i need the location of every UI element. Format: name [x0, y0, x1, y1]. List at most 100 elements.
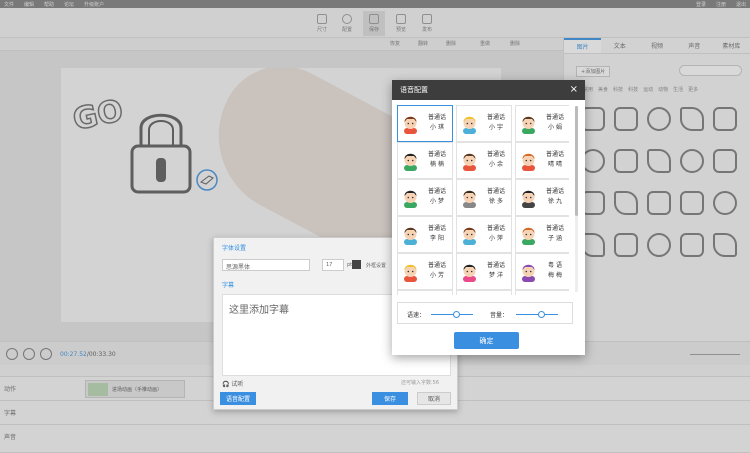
- voice-label: 普通话小 琪: [423, 113, 451, 133]
- speed-slider-knob[interactable]: [452, 311, 460, 318]
- voice-speaker: 徐 多: [489, 198, 503, 205]
- voice-label: 粤 语梅 梅: [541, 261, 569, 281]
- voice-language: 普通话: [486, 151, 505, 158]
- voice-card[interactable]: 普通话小 芳: [397, 253, 453, 290]
- font-settings-heading: 字体设置: [222, 245, 247, 252]
- voice-label: 普通话徐 多: [482, 187, 510, 207]
- voice-speaker: 小 娟: [548, 124, 562, 131]
- voice-language: 普通话: [545, 188, 564, 195]
- voice-language: 普通话: [427, 262, 446, 269]
- voice-speaker: 小 芳: [430, 272, 444, 279]
- voice-config-button[interactable]: 语音配置: [220, 392, 256, 405]
- voice-card[interactable]: 普通话子 涵: [515, 216, 569, 253]
- voice-sliders: 语速： 音量：: [397, 302, 573, 324]
- scroll-thumb[interactable]: [575, 106, 578, 216]
- voice-label: 普通话梦 洋: [482, 261, 510, 281]
- voice-language: 普通话: [427, 151, 446, 158]
- avatar-icon: [404, 190, 417, 208]
- avatar-icon: [522, 190, 535, 208]
- voice-card[interactable]: 普通话晴 晴: [515, 142, 569, 179]
- voice-speaker: 小 萍: [489, 235, 503, 242]
- voice-language: 普通话: [427, 188, 446, 195]
- voice-card[interactable]: 普通话徐 九: [515, 179, 569, 216]
- listen-button[interactable]: 🎧 试听: [222, 379, 243, 388]
- voice-card[interactable]: 普通话小 琪: [397, 105, 453, 142]
- dialog-title: 语音配置: [400, 86, 428, 94]
- voice-speaker: 小 梦: [430, 198, 444, 205]
- voice-card[interactable]: 普通话小 萍: [456, 216, 512, 253]
- voice-scrollbar[interactable]: [575, 106, 578, 292]
- voice-card[interactable]: 普通话小 娟: [515, 105, 569, 142]
- outline-settings[interactable]: 外框设置: [366, 262, 386, 269]
- voice-speaker: 梦 洋: [489, 272, 503, 279]
- voice-label: 普通话子 涵: [541, 224, 569, 244]
- avatar-icon: [404, 264, 417, 282]
- voice-card[interactable]: 普通话梦 洋: [456, 253, 512, 290]
- voice-card[interactable]: [397, 290, 453, 295]
- voice-grid: 普通话小 琪普通话小 宇普通话小 娟普通话楠 楠普通话小 余普通话晴 晴普通话小…: [397, 105, 569, 295]
- voice-card[interactable]: [456, 290, 512, 295]
- voice-label: 普通话小 宇: [482, 113, 510, 133]
- voice-label: 普通话晴 晴: [541, 150, 569, 170]
- voice-card[interactable]: 粤 语梅 梅: [515, 253, 569, 290]
- voice-language: 普通话: [427, 114, 446, 121]
- voice-language: 普通话: [545, 151, 564, 158]
- voice-speaker: 梅 梅: [548, 272, 562, 279]
- avatar-icon: [463, 153, 476, 171]
- voice-label: 普通话小 余: [482, 150, 510, 170]
- voice-speaker: 徐 九: [548, 198, 562, 205]
- font-color-swatch[interactable]: [352, 260, 361, 269]
- voice-card[interactable]: 普通话小 余: [456, 142, 512, 179]
- avatar-icon: [522, 153, 535, 171]
- voice-card[interactable]: 普通话楠 楠: [397, 142, 453, 179]
- cancel-button[interactable]: 取消: [417, 392, 451, 405]
- confirm-button[interactable]: 确定: [454, 332, 519, 349]
- volume-label: 音量：: [490, 312, 509, 319]
- voice-speaker: 楠 楠: [430, 161, 444, 168]
- voice-card[interactable]: [515, 290, 569, 295]
- voice-language: 普通话: [486, 188, 505, 195]
- voice-speaker: 子 涵: [548, 235, 562, 242]
- voice-label: 普通话小 梦: [423, 187, 451, 207]
- voice-label: 普通话小 娟: [541, 113, 569, 133]
- voice-card[interactable]: 普通话小 梦: [397, 179, 453, 216]
- voice-language: 普通话: [486, 114, 505, 121]
- voice-speaker: 晴 晴: [548, 161, 562, 168]
- voice-config-dialog: 语音配置 × 普通话小 琪普通话小 宇普通话小 娟普通话楠 楠普通话小 余普通话…: [392, 80, 585, 355]
- voice-label: 普通话小 芳: [423, 261, 451, 281]
- subtitle-label: 字幕: [222, 282, 235, 289]
- save-button[interactable]: 保存: [372, 392, 408, 405]
- avatar-icon: [404, 116, 417, 134]
- speed-label: 语速：: [407, 312, 426, 319]
- voice-language: 普通话: [486, 262, 505, 269]
- voice-speaker: 李 阳: [430, 235, 444, 242]
- dialog-header: 语音配置 ×: [392, 80, 585, 100]
- voice-label: 普通话李 阳: [423, 224, 451, 244]
- avatar-icon: [463, 264, 476, 282]
- close-icon[interactable]: ×: [570, 84, 578, 95]
- font-size-input[interactable]: 17: [322, 259, 344, 271]
- avatar-icon: [404, 153, 417, 171]
- avatar-icon: [463, 116, 476, 134]
- listen-label: 试听: [231, 381, 244, 388]
- avatar-icon: [522, 116, 535, 134]
- avatar-icon: [522, 264, 535, 282]
- char-count-hint: 还可输入字数:56: [401, 380, 440, 386]
- avatar-icon: [463, 190, 476, 208]
- voice-speaker: 小 余: [489, 161, 503, 168]
- voice-label: 普通话小 萍: [482, 224, 510, 244]
- avatar-icon: [522, 227, 535, 245]
- voice-language: 普通话: [427, 225, 446, 232]
- voice-card[interactable]: 普通话徐 多: [456, 179, 512, 216]
- avatar-icon: [404, 227, 417, 245]
- voice-label: 普通话徐 九: [541, 187, 569, 207]
- voice-language: 粤 语: [548, 262, 562, 269]
- voice-speaker: 小 琪: [430, 124, 444, 131]
- voice-language: 普通话: [545, 114, 564, 121]
- voice-card[interactable]: 普通话小 宇: [456, 105, 512, 142]
- voice-language: 普通话: [545, 225, 564, 232]
- volume-slider-knob[interactable]: [537, 311, 545, 318]
- voice-card[interactable]: 普通话李 阳: [397, 216, 453, 253]
- voice-label: 普通话楠 楠: [423, 150, 451, 170]
- font-select[interactable]: 思源黑体: [222, 259, 310, 271]
